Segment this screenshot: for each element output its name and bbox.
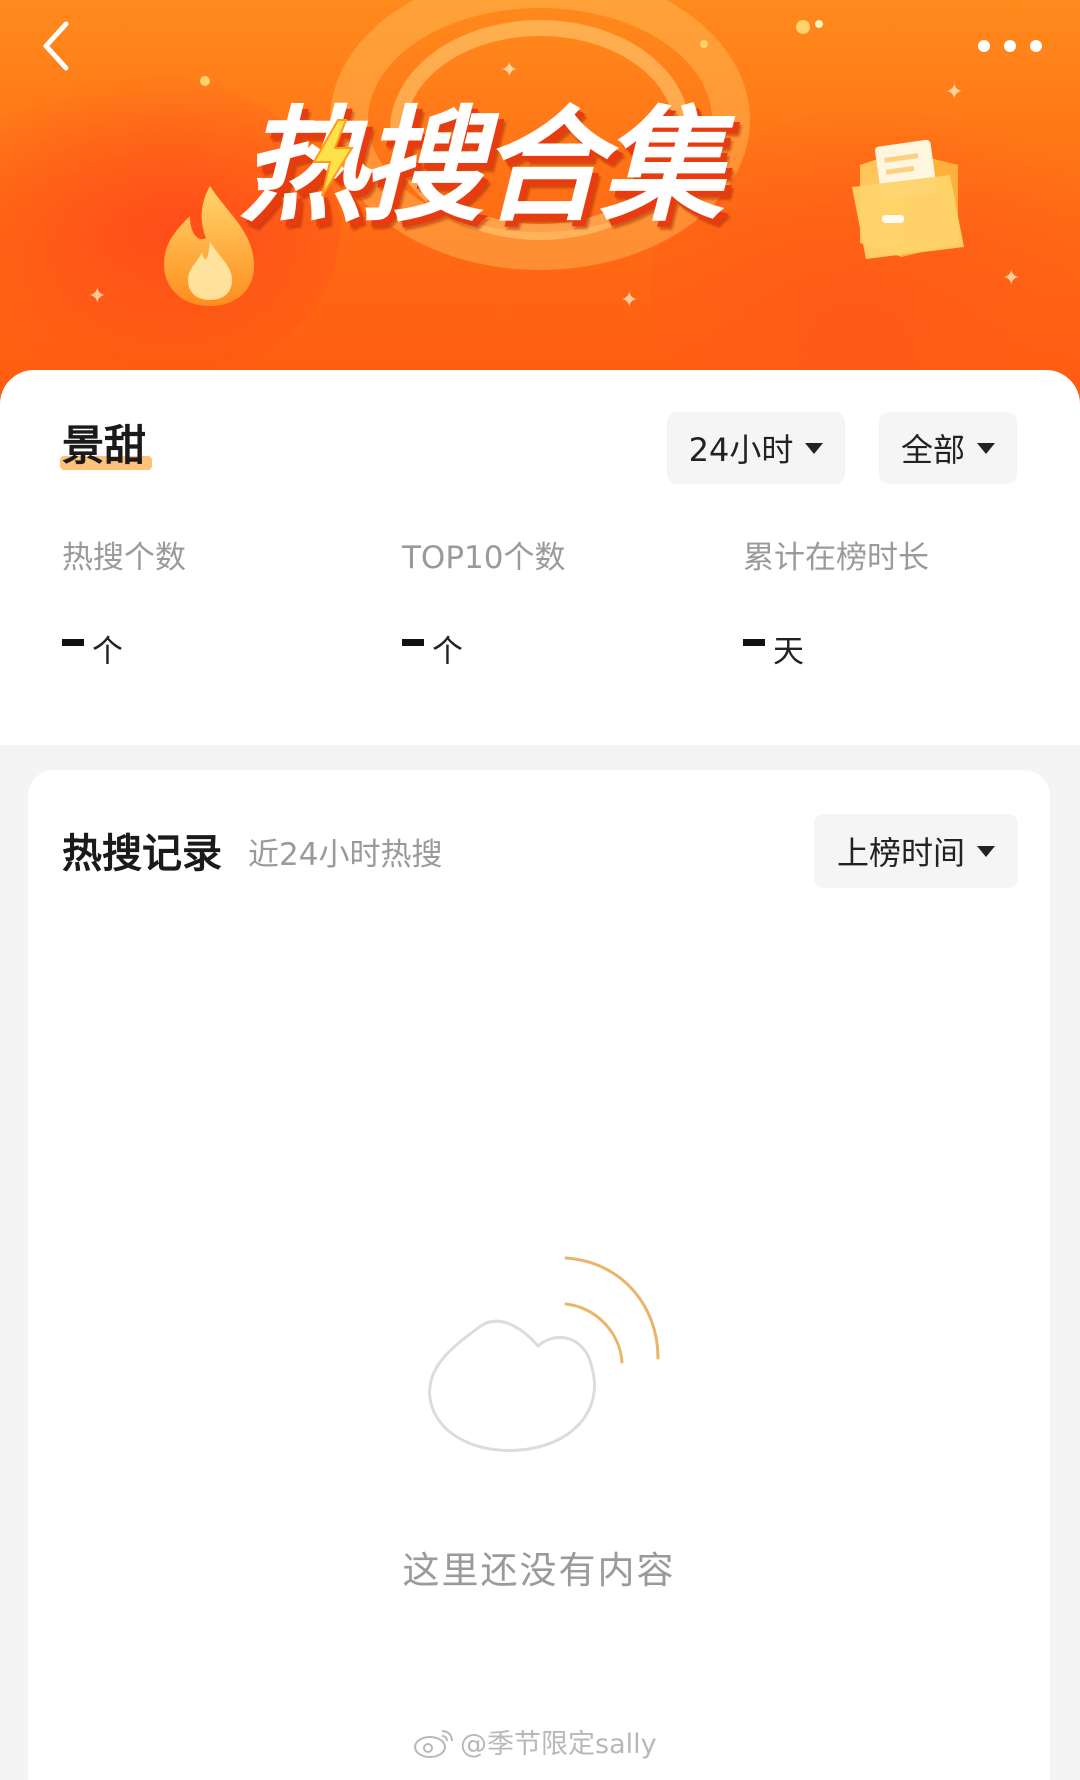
- caret-down-icon: [977, 845, 995, 857]
- weibo-logo-icon: [414, 1729, 453, 1758]
- sparkle-star: ✦: [1002, 266, 1021, 291]
- records-card: 热搜记录 近24小时热搜 上榜时间 这里还没有内容: [28, 770, 1050, 1780]
- sparkle-dot: [700, 40, 708, 48]
- stat-value: 天: [743, 626, 1063, 670]
- time-filter-label: 24小时: [688, 431, 794, 469]
- empty-value-dash: [743, 638, 765, 646]
- chevron-left-icon: [43, 21, 69, 71]
- time-filter-dropdown[interactable]: 24小时: [667, 412, 845, 484]
- lightning-icon: [312, 119, 354, 197]
- back-button[interactable]: [30, 16, 90, 76]
- caret-down-icon: [977, 442, 995, 454]
- stat-label: 热搜个数: [62, 540, 186, 576]
- empty-state-text: 这里还没有内容: [402, 1549, 676, 1592]
- stat-value: 个: [402, 626, 722, 670]
- stat-label: TOP10个数: [402, 540, 566, 576]
- sparkle-dot: [200, 76, 210, 86]
- sort-label: 上榜时间: [836, 834, 965, 872]
- records-subtitle: 近24小时热搜: [248, 837, 443, 873]
- watermark: @季节限定sally: [412, 1722, 657, 1761]
- empty-state-icon: [428, 1256, 660, 1452]
- stat-unit: 天: [773, 633, 804, 670]
- watermark-text: @季节限定sally: [460, 1729, 657, 1760]
- sparkle-star: ✦: [945, 80, 964, 105]
- more-dots-icon: [978, 40, 1042, 52]
- summary-card: 景甜 24小时 全部 热搜个数 个 TOP10个数 个 累计在榜时长 天: [0, 370, 1080, 745]
- empty-value-dash: [62, 638, 84, 646]
- stat-unit: 个: [432, 633, 463, 670]
- scope-filter-dropdown[interactable]: 全部: [879, 412, 1017, 484]
- person-name: 景甜: [60, 418, 152, 474]
- folder-icon: [852, 139, 964, 259]
- empty-value-dash: [402, 638, 424, 646]
- more-button[interactable]: [970, 20, 1050, 70]
- sparkle-dot: [815, 20, 823, 28]
- scope-filter-label: 全部: [900, 431, 965, 469]
- person-name-text: 景甜: [62, 421, 147, 470]
- header-banner: ✦ ✦ ✦ ✦ ✦ 热搜合集: [0, 0, 1080, 420]
- sparkle-dot: [796, 20, 810, 34]
- stat-hot-search-count: 热搜个数 个: [62, 538, 382, 670]
- stat-value: 个: [62, 626, 382, 670]
- stat-total-duration: 累计在榜时长 天: [743, 538, 1063, 670]
- sparkle-star: ✦: [500, 58, 519, 83]
- stat-unit: 个: [92, 633, 123, 670]
- records-title: 热搜记录: [62, 831, 222, 877]
- stat-top10-count: TOP10个数 个: [402, 538, 722, 670]
- sparkle-star: ✦: [88, 284, 107, 309]
- sparkle-star: ✦: [620, 288, 639, 313]
- stat-label: 累计在榜时长: [743, 540, 929, 576]
- caret-down-icon: [805, 442, 824, 454]
- sort-dropdown[interactable]: 上榜时间: [814, 814, 1018, 888]
